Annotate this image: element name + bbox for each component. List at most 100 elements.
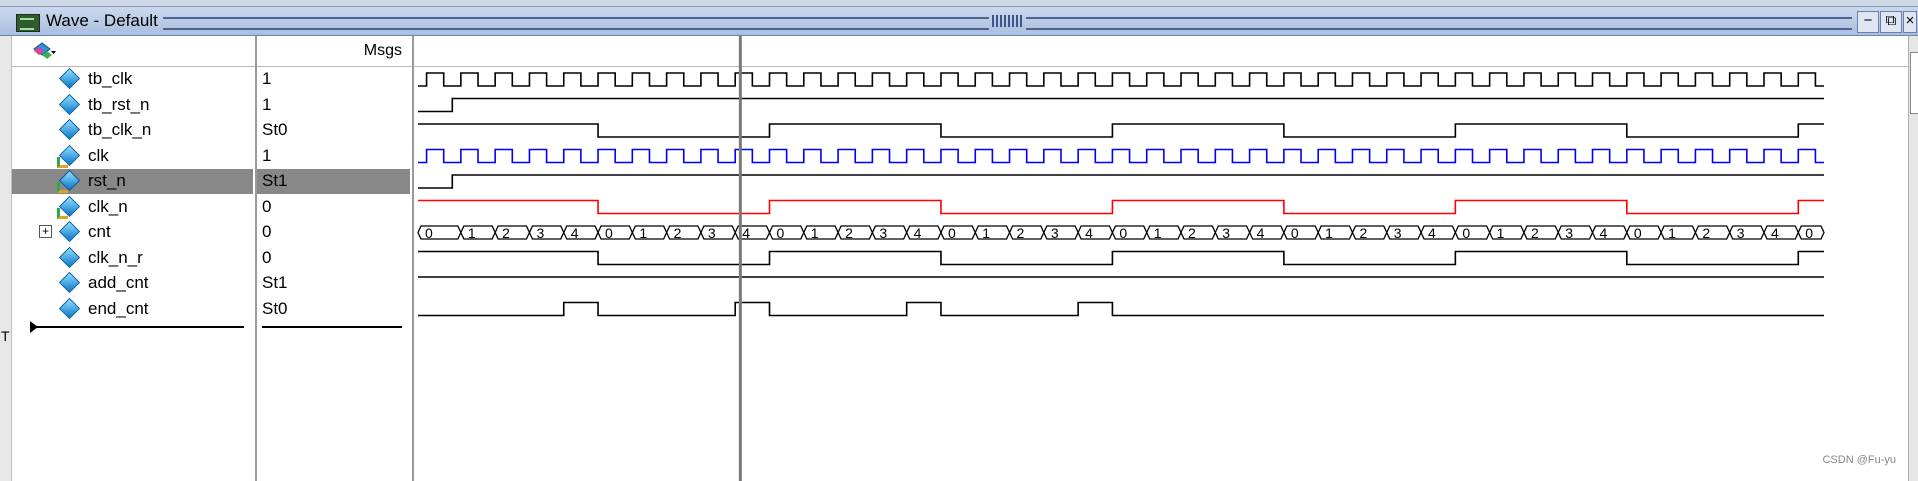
value-row-clk[interactable]: 1 <box>257 144 410 169</box>
cnt-bus-segment <box>1557 225 1594 240</box>
signal-value: 0 <box>262 196 272 216</box>
signal-row-tb-clk-n[interactable]: tb_clk_n <box>12 118 253 143</box>
cnt-value-label: 3 <box>708 225 716 241</box>
cnt-value-label: 0 <box>425 225 433 241</box>
cnt-bus-segment <box>1420 225 1457 240</box>
cnt-value-label: 2 <box>1531 225 1539 241</box>
signal-names-pane[interactable]: tb_clk tb_rst_n tb_clk_n clk rst_n clk_n + cnt c… <box>12 36 257 481</box>
value-row-tb-rst-n[interactable]: 1 <box>257 93 410 118</box>
cnt-bus-segment <box>1180 225 1217 240</box>
signal-value: St0 <box>262 120 288 139</box>
cnt-value-label: 0 <box>1805 225 1813 241</box>
values-insert-line <box>262 326 402 328</box>
insert-marker-line <box>32 326 244 328</box>
cnt-bus-segment <box>528 225 565 240</box>
cnt-value-label: 4 <box>1257 225 1265 241</box>
signal-values-pane[interactable]: Msgs 1 1 St0 1 St1 0 0 0 St1 St0 <box>257 36 414 481</box>
signal-diamond-icon <box>58 271 81 294</box>
value-row-clk-n-r[interactable]: 0 <box>257 246 410 271</box>
cnt-value-label: 3 <box>1737 225 1745 241</box>
value-row-tb-clk[interactable]: 1 <box>257 67 410 92</box>
cnt-value-label: 0 <box>777 225 785 241</box>
cnt-value-label: 0 <box>1634 225 1642 241</box>
title-grip-left <box>163 17 989 30</box>
drag-handle-icon[interactable] <box>992 15 1022 27</box>
cnt-bus-segment <box>1351 225 1388 240</box>
cnt-bus-segment <box>1694 225 1731 240</box>
cnt-value-label: 0 <box>948 225 956 241</box>
value-row-cnt[interactable]: 0 <box>257 220 410 245</box>
cnt-value-label: 0 <box>1462 225 1470 241</box>
inout-arrows-icon <box>57 182 68 193</box>
title-grip-right <box>1026 17 1852 30</box>
signal-row-end-cnt[interactable]: end_cnt <box>12 297 253 322</box>
msgs-column-label: Msgs <box>363 42 402 59</box>
values-header: Msgs <box>257 36 412 67</box>
wave-window-icon <box>16 14 40 32</box>
close-icon[interactable]: × <box>1903 11 1917 33</box>
add-signal-menu-icon[interactable] <box>32 42 56 60</box>
cnt-bus-segment <box>1763 225 1799 240</box>
cnt-value-label: 4 <box>1771 225 1779 241</box>
signal-name: clk <box>88 145 109 165</box>
cnt-value-label: 2 <box>674 225 682 241</box>
waveform-canvas[interactable]: 0 1 2 3 4 0 1 2 3 4 0 1 2 3 4 0 1 2 3 4 0 1 2 3 4 0 1 2 3 4 0 1 2 3 4 0 1 2 3 4… <box>414 36 1908 481</box>
cnt-bus-segment <box>871 225 908 240</box>
undock-icon[interactable]: ⧉ <box>1880 11 1902 33</box>
signal-diamond-icon <box>58 220 81 243</box>
signal-value: 0 <box>262 247 272 267</box>
window-titlebar[interactable]: Wave - Default − ⧉ × <box>0 7 1918 36</box>
cnt-value-label: 2 <box>1017 225 1025 241</box>
cnt-bus-segment <box>1626 225 1662 240</box>
cnt-bus-segment <box>803 225 839 240</box>
expand-icon[interactable]: + <box>39 225 52 238</box>
value-row-rst-n[interactable]: St1 <box>257 169 410 194</box>
left-edge-panel: T <box>0 36 12 481</box>
cnt-bus-segment <box>1043 225 1079 240</box>
wave-clk-n-r <box>418 250 1824 266</box>
cnt-value-label: 3 <box>1222 225 1230 241</box>
vertical-scrollbar[interactable] <box>1908 36 1918 481</box>
wave-clk <box>418 148 1824 164</box>
signal-row-rst-n[interactable]: rst_n <box>12 169 253 194</box>
wave-tb-clk <box>418 72 1824 87</box>
value-row-clk-n[interactable]: 0 <box>257 195 410 220</box>
cnt-value-label: 1 <box>1497 225 1505 241</box>
cnt-bus-segment <box>460 225 496 240</box>
cnt-bus-segment <box>1660 225 1697 240</box>
value-row-tb-clk-n[interactable]: St0 <box>257 118 410 143</box>
signal-row-add-cnt[interactable]: add_cnt <box>12 271 253 296</box>
waveform-pane[interactable]: 0 1 2 3 4 0 1 2 3 4 0 1 2 3 4 0 1 2 3 4 0 1 2 3 4 0 1 2 3 4 0 1 2 3 4 0 1 2 3 4… <box>414 36 1908 481</box>
cnt-bus-segment <box>597 225 634 240</box>
cnt-value-label: 2 <box>1188 225 1196 241</box>
signal-row-clk[interactable]: clk <box>12 144 253 169</box>
cnt-value-label: 1 <box>1154 225 1162 241</box>
cnt-value-label: 3 <box>1565 225 1573 241</box>
cnt-value-label: 3 <box>1394 225 1402 241</box>
signal-name: rst_n <box>88 171 126 190</box>
value-row-end-cnt[interactable]: St0 <box>257 297 410 322</box>
cnt-bus-segment <box>940 225 976 240</box>
signal-row-clk-n[interactable]: clk_n <box>12 195 253 220</box>
value-row-add-cnt[interactable]: St1 <box>257 271 410 296</box>
cnt-value-label: 3 <box>879 225 887 241</box>
cnt-bus-segment <box>1523 225 1559 240</box>
cnt-bus-segment <box>1488 225 1525 240</box>
scrollbar-thumb[interactable] <box>1910 52 1918 114</box>
cnt-value-label: 1 <box>1668 225 1676 241</box>
window-title: Wave - Default <box>46 11 158 30</box>
signal-row-cnt[interactable]: + cnt <box>12 220 253 245</box>
cnt-value-label: 1 <box>982 225 990 241</box>
minimize-icon[interactable]: − <box>1857 11 1879 33</box>
signal-row-clk-n-r[interactable]: clk_n_r <box>12 246 253 271</box>
cnt-value-label: 1 <box>468 225 476 241</box>
inout-arrows-icon <box>57 156 68 168</box>
wave-clk-n <box>418 199 1824 215</box>
signal-row-tb-clk[interactable]: tb_clk <box>12 67 253 92</box>
cnt-bus-segment <box>974 225 1011 240</box>
side-letter: T <box>1 328 10 344</box>
cnt-bus-segment <box>1728 225 1765 240</box>
signal-value: St1 <box>262 171 288 190</box>
signal-row-tb-rst-n[interactable]: tb_rst_n <box>12 93 253 118</box>
cnt-value-label: 4 <box>1085 225 1093 241</box>
